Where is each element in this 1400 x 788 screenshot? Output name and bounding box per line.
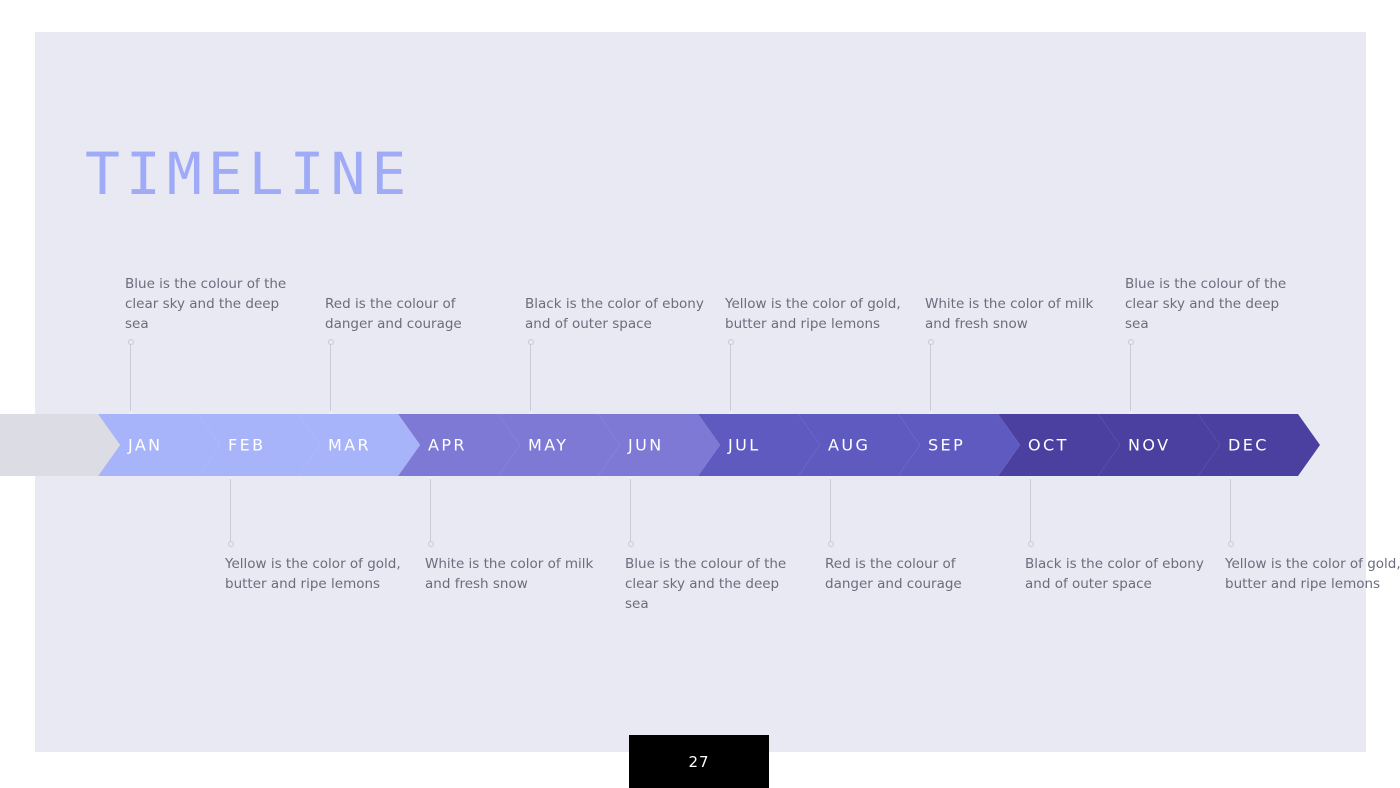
timeline-connector-top [727, 339, 734, 417]
timeline-note-feb: Yellow is the color of gold, butter and … [225, 556, 401, 592]
timeline-connector-top [327, 339, 334, 417]
timeline-connector-bottom [427, 473, 434, 547]
timeline-note-sep: White is the color of milk and fresh sno… [925, 296, 1094, 332]
connector-ring-marker [127, 339, 134, 345]
timeline-connector-top [127, 339, 134, 417]
timeline-segment-label: AUG [828, 435, 871, 455]
page-number-badge: 27 [629, 735, 769, 788]
timeline-note-jan: Blue is the colour of the clear sky and … [125, 276, 287, 332]
connector-ring-marker [1127, 339, 1134, 345]
connector-ring-marker [727, 339, 734, 345]
connector-ring-marker [327, 339, 334, 345]
page-title: TIMELINE [85, 140, 413, 208]
timeline-segment-label: SEP [928, 435, 966, 455]
connector-ring-marker [227, 541, 234, 547]
page-number: 27 [688, 752, 710, 771]
timeline-note-aug: Red is the colour of danger and courage [825, 556, 962, 592]
timeline-segment-label: MAY [528, 435, 569, 455]
connector-ring-marker [927, 339, 934, 345]
timeline-segment-label: JAN [128, 435, 163, 455]
timeline-segment-label: MAR [328, 435, 372, 455]
timeline-connector-bottom [1227, 473, 1234, 547]
timeline-chevron-bar: JAN FEB MAR APR MAY JUN JUL AUG SEP OCT NOV DEC [0, 414, 1320, 476]
timeline-connector-top [1127, 339, 1134, 417]
timeline-segment-label: OCT [1028, 435, 1069, 455]
timeline-note-oct: Black is the color of ebony and of outer… [1025, 556, 1204, 592]
connector-ring-marker [1227, 541, 1234, 547]
slide-canvas: TIMELINE JAN FEB MAR APR MAY JUN JUL AUG SEP OCT N… [35, 32, 1400, 752]
connector-ring-marker [427, 541, 434, 547]
connector-ring-marker [527, 339, 534, 345]
timeline-connector-bottom [827, 473, 834, 547]
timeline-connector-bottom [1027, 473, 1034, 547]
timeline-note-apr: White is the color of milk and fresh sno… [425, 556, 594, 592]
timeline-note-mar: Red is the colour of danger and courage [325, 296, 462, 332]
connector-ring-marker [827, 541, 834, 547]
timeline-segment-label: JUL [728, 435, 761, 455]
timeline-connector-top [927, 339, 934, 417]
timeline-segment-label: NOV [1128, 435, 1171, 455]
timeline-segment-label: APR [428, 435, 467, 455]
timeline-segment-label: FEB [228, 435, 266, 455]
timeline-segment-label: DEC [1228, 435, 1269, 455]
connector-ring-marker [1027, 541, 1034, 547]
timeline-note-nov: Blue is the colour of the clear sky and … [1125, 276, 1287, 332]
connector-ring-marker [627, 541, 634, 547]
timeline-note-may: Black is the color of ebony and of outer… [525, 296, 704, 332]
timeline-connector-bottom [627, 473, 634, 547]
timeline-connector-top [527, 339, 534, 417]
timeline-note-jul: Yellow is the color of gold, butter and … [725, 296, 901, 332]
timeline-segment-label: JUN [628, 435, 664, 455]
timeline-note-dec: Yellow is the color of gold, butter and … [1225, 556, 1400, 592]
timeline-connector-bottom [227, 473, 234, 547]
timeline-segment-lead [0, 414, 120, 476]
timeline-note-jun: Blue is the colour of the clear sky and … [625, 556, 787, 612]
